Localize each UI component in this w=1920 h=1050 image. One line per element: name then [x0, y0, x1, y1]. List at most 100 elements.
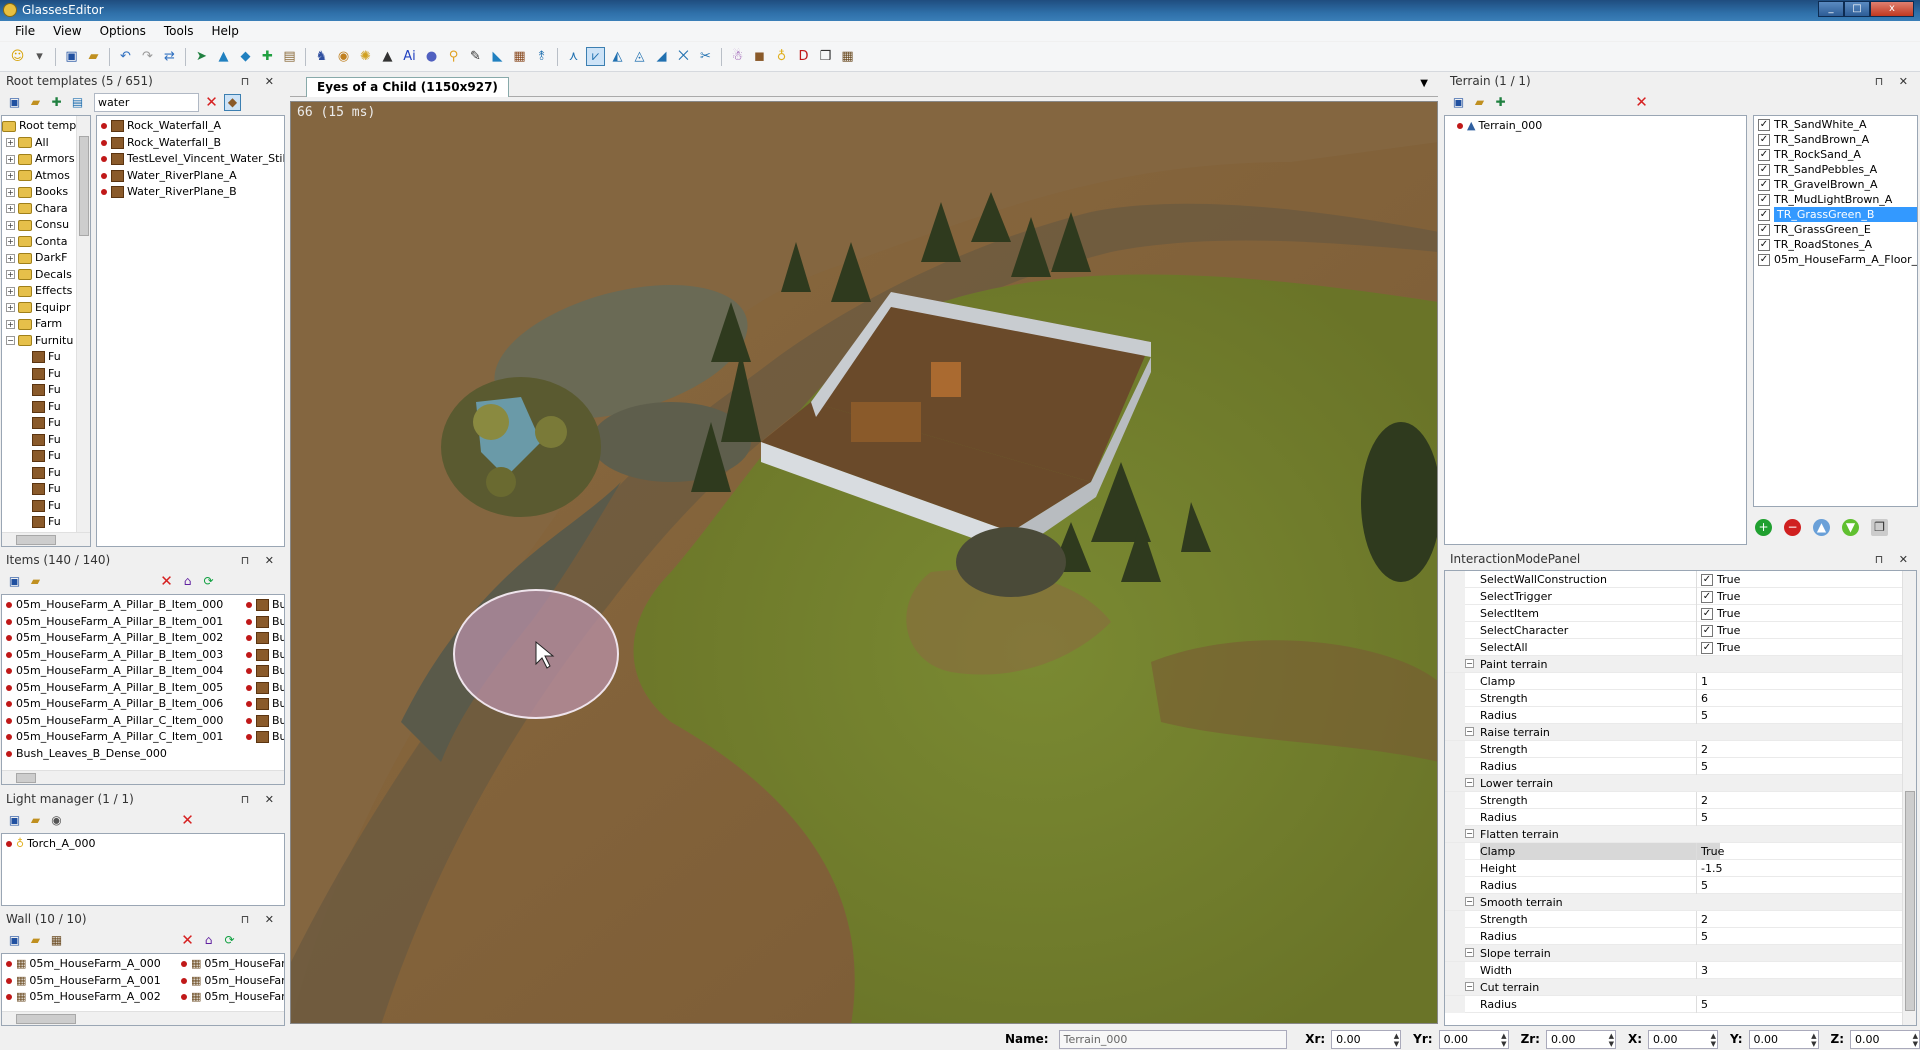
- list-item[interactable]: ▦05m_HouseFarm: [177, 989, 284, 1006]
- lower-icon[interactable]: ◭: [608, 47, 627, 66]
- d-icon[interactable]: D: [794, 47, 813, 66]
- property-row[interactable]: Radius 5: [1445, 996, 1916, 1013]
- light-list[interactable]: ♁ Torch_A_000: [1, 833, 285, 906]
- panel-controls[interactable]: ⊓ ✕: [241, 911, 280, 928]
- list-item[interactable]: 05m_HouseFarm_A_Pillar_B_Item_004: [2, 663, 242, 680]
- open-icon[interactable]: ▰: [84, 47, 103, 66]
- add-layer-icon[interactable]: +: [1755, 519, 1772, 536]
- property-row[interactable]: Strength 2: [1445, 911, 1916, 928]
- cut-icon[interactable]: ✂: [696, 47, 715, 66]
- tree-scrollbar[interactable]: [76, 116, 90, 546]
- expand-icon[interactable]: +: [6, 154, 15, 164]
- layer-checkbox[interactable]: ✓: [1758, 163, 1770, 176]
- walker-icon[interactable]: ☃: [728, 47, 747, 66]
- items-hscrollbar[interactable]: [2, 770, 284, 784]
- panel-controls[interactable]: ⊓ ✕: [241, 791, 280, 808]
- open-icon[interactable]: ▰: [1471, 94, 1488, 111]
- open-icon[interactable]: ▰: [27, 812, 44, 829]
- collapse-icon[interactable]: −: [1465, 727, 1474, 736]
- property-row[interactable]: SelectTrigger ✓ True: [1445, 588, 1916, 605]
- property-row[interactable]: Height -1.5: [1445, 860, 1916, 877]
- list-item[interactable]: ▲ Terrain_000: [1453, 118, 1746, 135]
- open-icon[interactable]: ▰: [27, 94, 44, 111]
- house-icon[interactable]: ⌂: [200, 932, 217, 949]
- layer-item[interactable]: ✓ TR_RockSand_A: [1754, 147, 1917, 162]
- list-item[interactable]: Bu: [242, 597, 284, 614]
- menu-tools[interactable]: Tools: [155, 21, 203, 41]
- layer-checkbox[interactable]: ✓: [1758, 238, 1770, 251]
- item-tool-icon[interactable]: ◉: [334, 47, 353, 66]
- expand-icon[interactable]: −: [6, 336, 15, 346]
- coord-input[interactable]: 0.00 ▲ ▼: [1545, 1029, 1616, 1049]
- layer-checkbox[interactable]: ✓: [1758, 148, 1770, 161]
- smooth-icon[interactable]: ◢: [652, 47, 671, 66]
- refresh-icon[interactable]: ⟳: [221, 932, 238, 949]
- open-icon[interactable]: ▰: [27, 573, 44, 590]
- collapse-icon[interactable]: −: [1465, 948, 1474, 957]
- list-item[interactable]: ▦05m_HouseFarm: [177, 956, 284, 973]
- collapse-icon[interactable]: −: [1465, 659, 1474, 668]
- property-checkbox[interactable]: ✓: [1701, 573, 1713, 586]
- save-icon[interactable]: ▣: [6, 812, 23, 829]
- save-icon[interactable]: ▣: [1450, 94, 1467, 111]
- undo-icon[interactable]: ↶: [116, 47, 135, 66]
- layer-item[interactable]: ✓ 05m_HouseFarm_A_Floor_A: [1754, 252, 1917, 267]
- list-item[interactable]: 05m_HouseFarm_A_Pillar_B_Item_006: [2, 696, 242, 713]
- list-item[interactable]: ▦ 05m_HouseFarm_A_000: [2, 956, 177, 973]
- remove-layer-icon[interactable]: −: [1784, 519, 1801, 536]
- layer-checkbox[interactable]: ✓: [1758, 193, 1770, 206]
- list-item[interactable]: ▦ 05m_HouseFarm_A_001: [2, 973, 177, 990]
- list-item[interactable]: 05m_HouseFarm_A_Pillar_B_Item_003: [2, 647, 242, 664]
- list-item[interactable]: Bu: [242, 663, 284, 680]
- redo-list-icon[interactable]: ⇄: [160, 47, 179, 66]
- layer-checkbox[interactable]: ✓: [1758, 118, 1770, 131]
- list-item[interactable]: Bu: [242, 630, 284, 647]
- property-row[interactable]: SelectItem ✓ True: [1445, 605, 1916, 622]
- layer-item[interactable]: ✓ TR_GravelBrown_A: [1754, 177, 1917, 192]
- list-item[interactable]: Bush_Leaves_B_Dense_000: [2, 746, 242, 763]
- list-item[interactable]: 05m_HouseFarm_A_Pillar_B_Item_005: [2, 680, 242, 697]
- collapse-icon[interactable]: −: [1465, 897, 1474, 906]
- sphere-icon[interactable]: ●: [422, 47, 441, 66]
- property-checkbox[interactable]: ✓: [1701, 607, 1713, 620]
- property-row[interactable]: Radius 5: [1445, 877, 1916, 894]
- spline-icon[interactable]: ⥉: [532, 47, 551, 66]
- property-category[interactable]: − Flatten terrain: [1445, 826, 1916, 843]
- panel-controls[interactable]: ⊓ ✕: [1875, 551, 1914, 568]
- redo-icon[interactable]: ↷: [138, 47, 157, 66]
- spinner-icon[interactable]: ▲ ▼: [1501, 1032, 1506, 1048]
- spinner-icon[interactable]: ▲ ▼: [1711, 1032, 1716, 1048]
- water-tool-icon[interactable]: ◆: [236, 47, 255, 66]
- list-item[interactable]: Rock_Waterfall_A: [97, 118, 284, 135]
- save-icon[interactable]: ▣: [6, 94, 23, 111]
- property-row[interactable]: Clamp 1: [1445, 673, 1916, 690]
- menu-help[interactable]: Help: [202, 21, 247, 41]
- name-field[interactable]: Terrain_000: [1058, 1029, 1288, 1049]
- layer-checkbox[interactable]: ✓: [1758, 253, 1770, 266]
- light-tool-icon[interactable]: ✺: [356, 47, 375, 66]
- export-icon[interactable]: ❐: [1871, 519, 1888, 536]
- property-value[interactable]: 5: [1696, 928, 1902, 945]
- open-icon[interactable]: ▰: [27, 932, 44, 949]
- property-row[interactable]: Strength 6: [1445, 690, 1916, 707]
- bulb-icon[interactable]: ♁: [772, 47, 791, 66]
- property-value[interactable]: 6: [1696, 690, 1902, 707]
- property-value[interactable]: 5: [1696, 996, 1902, 1013]
- expand-icon[interactable]: +: [6, 286, 15, 296]
- property-value[interactable]: ✓ True: [1696, 571, 1902, 588]
- move-up-icon[interactable]: ▲: [1813, 519, 1830, 536]
- list-item[interactable]: ♁ Torch_A_000: [2, 836, 284, 853]
- list-item[interactable]: Bu: [242, 729, 284, 746]
- property-value[interactable]: ✓ True: [1696, 622, 1902, 639]
- delete-icon[interactable]: ✕: [179, 931, 196, 949]
- layer-item[interactable]: ✓ TR_GrassGreen_E: [1754, 222, 1917, 237]
- save-icon[interactable]: ▣: [6, 932, 23, 949]
- chevron-down-icon[interactable]: ▼: [1420, 78, 1428, 89]
- property-row[interactable]: Radius 5: [1445, 928, 1916, 945]
- spinner-icon[interactable]: ▲ ▼: [1609, 1032, 1614, 1048]
- property-category[interactable]: − Paint terrain: [1445, 656, 1916, 673]
- list-item[interactable]: Bu: [242, 696, 284, 713]
- path-icon[interactable]: ⋏: [564, 47, 583, 66]
- shield-icon[interactable]: ◼: [750, 47, 769, 66]
- slope-icon[interactable]: ⨉: [674, 47, 693, 66]
